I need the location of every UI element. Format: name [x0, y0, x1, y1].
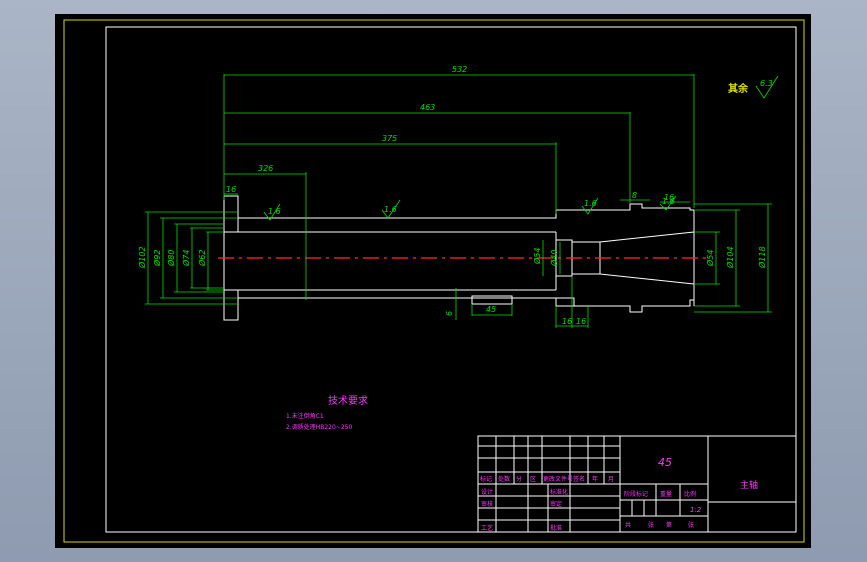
svg-text:1.6: 1.6: [268, 207, 281, 216]
tech-requirement-item: 2.调质处理HB220~250: [286, 423, 352, 431]
dim-8: 8: [632, 191, 637, 200]
cad-drawing-canvas: 532 463 375 326 16 8 16 45 6 16 16 Ø102 …: [55, 14, 811, 548]
dia-54-right: Ø54: [705, 250, 715, 267]
header-label: 区: [530, 476, 536, 483]
row-label-review: 审核: [481, 500, 493, 508]
dia-102: Ø102: [137, 246, 147, 269]
dia-118: Ø118: [757, 246, 767, 269]
dim-326: 326: [258, 164, 273, 173]
scale-value: 1:2: [690, 506, 702, 514]
svg-text:1.6: 1.6: [384, 205, 397, 214]
dim-463: 463: [420, 103, 435, 112]
header-label: 更改文件号: [543, 475, 573, 483]
sheet-number-label: 第: [666, 521, 672, 529]
roughness-rest-value: 6.3: [760, 79, 773, 88]
mid-label-ratify: 批准: [550, 524, 562, 532]
header-label: 标记: [480, 475, 492, 483]
svg-text:1.6: 1.6: [662, 197, 675, 206]
part-name: 主轴: [740, 479, 758, 491]
sheet-total-unit: 张: [648, 521, 654, 529]
dim-16-bottom-b: 16: [576, 317, 586, 326]
dia-104: Ø104: [725, 246, 735, 269]
row-label-process: 工艺: [481, 524, 493, 532]
sheet-total-label: 共: [625, 521, 631, 529]
header-label: 分: [516, 475, 522, 483]
dim-45: 45: [486, 305, 496, 314]
tech-requirement-item: 1.未注倒角C1: [286, 412, 324, 420]
dia-92: Ø92: [152, 250, 162, 267]
dia-62: Ø62: [197, 250, 207, 267]
dim-6: 6: [445, 311, 454, 316]
dim-16-bottom-a: 16: [562, 317, 572, 326]
roughness-rest-label: 其余: [728, 82, 749, 95]
dim-532: 532: [452, 65, 467, 74]
dim-16-left: 16: [226, 185, 236, 194]
header-label: 处数: [498, 475, 510, 483]
svg-text:1.6: 1.6: [584, 199, 597, 208]
header-label: 年: [592, 475, 598, 483]
dia-74: Ø74: [181, 250, 191, 267]
dia-40: Ø40: [549, 250, 559, 267]
drawing-background: [55, 14, 811, 548]
scale-label: 比例: [684, 490, 696, 498]
dia-54: Ø54: [532, 248, 542, 265]
tech-requirements-title: 技术要求: [328, 394, 368, 407]
header-label: 月: [608, 476, 614, 483]
row-label-design: 设计: [481, 488, 493, 496]
weight-label: 重量: [660, 490, 672, 498]
sheet-number-unit: 张: [688, 521, 694, 529]
mid-label-standard: 标准化: [550, 488, 568, 496]
mid-label-approve: 审定: [550, 500, 562, 508]
dim-375: 375: [382, 134, 397, 143]
header-label: 签名: [573, 475, 585, 483]
material-value: 45: [658, 456, 672, 469]
stage-mark-label: 阶段标记: [624, 490, 648, 498]
dia-80: Ø80: [166, 250, 176, 267]
